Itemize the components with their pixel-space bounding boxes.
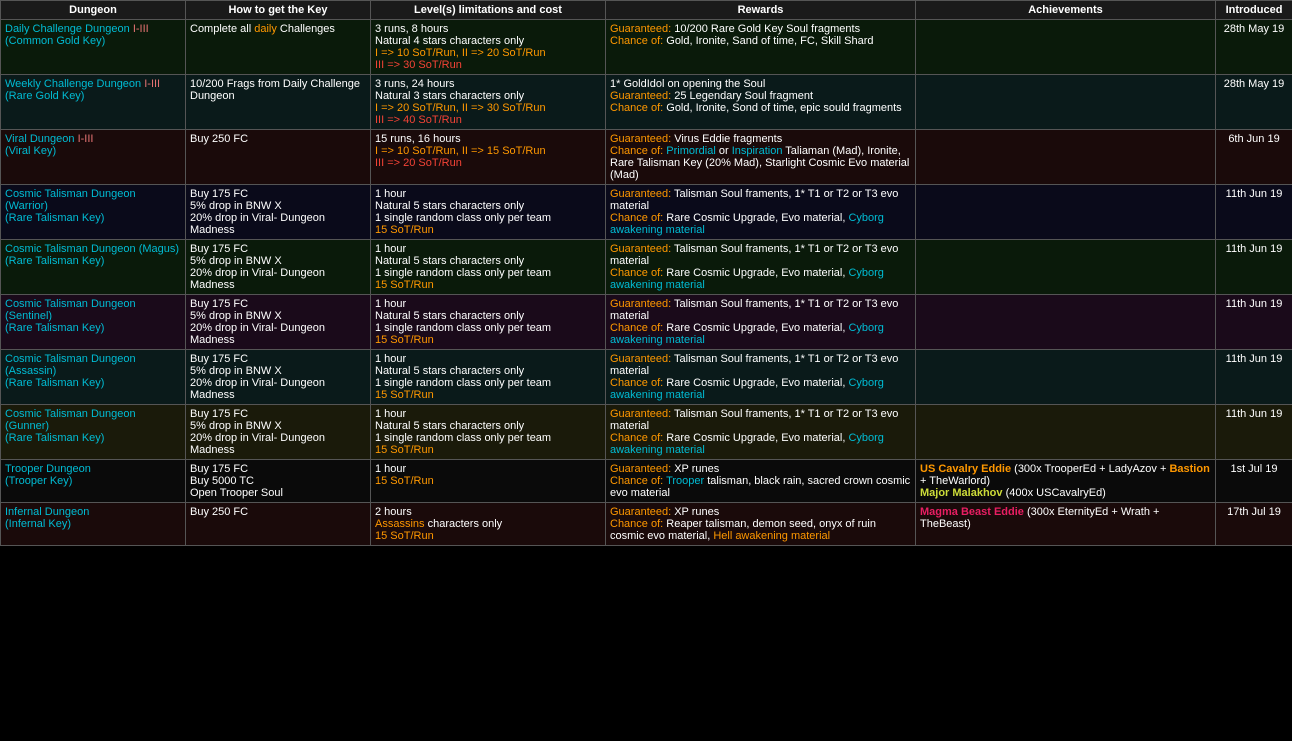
- dungeon-key: (Infernal Key): [5, 518, 71, 530]
- achievements-cosmic-gunner: [916, 405, 1216, 460]
- achievements-cosmic-assassin: [916, 350, 1216, 405]
- level-cost-cosmic-magus: 1 hourNatural 5 stars characters only1 s…: [371, 240, 606, 295]
- how-to-get-cosmic-warrior: Buy 175 FC5% drop in BNW X20% drop in Vi…: [186, 185, 371, 240]
- table-row: Cosmic Talisman Dungeon (Assassin) (Rare…: [1, 350, 1292, 405]
- dungeon-name-cosmic-gunner: Cosmic Talisman Dungeon (Gunner) (Rare T…: [1, 405, 186, 460]
- rewards-trooper: Guaranteed: XP runes Chance of: Trooper …: [606, 460, 916, 503]
- table-row: Weekly Challenge Dungeon I-III (Rare Gol…: [1, 75, 1292, 130]
- introduced-weekly: 28th May 19: [1216, 75, 1292, 130]
- introduced-cosmic-assassin: 11th Jun 19: [1216, 350, 1292, 405]
- dungeon-name-daily: Daily Challenge Dungeon I-III (Common Go…: [1, 20, 186, 75]
- rewards-cosmic-gunner: Guaranteed: Talisman Soul framents, 1* T…: [606, 405, 916, 460]
- rewards-weekly: 1* GoldIdol on opening the Soul Guarante…: [606, 75, 916, 130]
- introduced-trooper: 1st Jul 19: [1216, 460, 1292, 503]
- dungeon-title: Trooper Dungeon: [5, 463, 91, 475]
- dungeon-title: Infernal Dungeon: [5, 506, 89, 518]
- level-cost-viral: 15 runs, 16 hours I => 10 SoT/Run, II =>…: [371, 130, 606, 185]
- header-key: How to get the Key: [186, 1, 371, 20]
- level-cost-weekly: 3 runs, 24 hours Natural 3 stars charact…: [371, 75, 606, 130]
- dungeon-title: Cosmic Talisman Dungeon (Assassin): [5, 353, 136, 377]
- header-level: Level(s) limitations and cost: [371, 1, 606, 20]
- dungeon-key: (Rare Talisman Key): [5, 255, 104, 267]
- rewards-cosmic-magus: Guaranteed: Talisman Soul framents, 1* T…: [606, 240, 916, 295]
- achievements-viral: [916, 130, 1216, 185]
- table-row: Viral Dungeon I-III (Viral Key) Buy 250 …: [1, 130, 1292, 185]
- dungeon-name-cosmic-warrior: Cosmic Talisman Dungeon (Warrior) (Rare …: [1, 185, 186, 240]
- level-cost-trooper: 1 hour 15 SoT/Run: [371, 460, 606, 503]
- how-to-get-cosmic-magus: Buy 175 FC5% drop in BNW X20% drop in Vi…: [186, 240, 371, 295]
- how-to-get-viral: Buy 250 FC: [186, 130, 371, 185]
- how-to-get-daily: Complete all daily Challenges: [186, 20, 371, 75]
- achievements-trooper: US Cavalry Eddie (300x TrooperEd + LadyA…: [916, 460, 1216, 503]
- introduced-cosmic-gunner: 11th Jun 19: [1216, 405, 1292, 460]
- introduced-cosmic-warrior: 11th Jun 19: [1216, 185, 1292, 240]
- dungeon-name-cosmic-magus: Cosmic Talisman Dungeon (Magus) (Rare Ta…: [1, 240, 186, 295]
- achievements-cosmic-sentinel: [916, 295, 1216, 350]
- achievements-infernal: Magma Beast Eddie (300x EternityEd + Wra…: [916, 503, 1216, 546]
- how-to-get-trooper: Buy 175 FCBuy 5000 TCOpen Trooper Soul: [186, 460, 371, 503]
- achievements-daily: [916, 20, 1216, 75]
- rewards-cosmic-sentinel: Guaranteed: Talisman Soul framents, 1* T…: [606, 295, 916, 350]
- dungeon-title: Daily Challenge Dungeon I-III: [5, 23, 149, 35]
- introduced-cosmic-sentinel: 11th Jun 19: [1216, 295, 1292, 350]
- dungeon-name-viral: Viral Dungeon I-III (Viral Key): [1, 130, 186, 185]
- how-to-get-infernal: Buy 250 FC: [186, 503, 371, 546]
- dungeon-title: Weekly Challenge Dungeon I-III: [5, 78, 160, 90]
- dungeon-title: Cosmic Talisman Dungeon (Gunner): [5, 408, 136, 432]
- rewards-infernal: Guaranteed: XP runes Chance of: Reaper t…: [606, 503, 916, 546]
- dungeon-name-infernal: Infernal Dungeon (Infernal Key): [1, 503, 186, 546]
- dungeon-name-cosmic-sentinel: Cosmic Talisman Dungeon (Sentinel) (Rare…: [1, 295, 186, 350]
- level-cost-cosmic-warrior: 1 hourNatural 5 stars characters only1 s…: [371, 185, 606, 240]
- dungeons-table: Dungeon How to get the Key Level(s) limi…: [0, 0, 1292, 546]
- introduced-infernal: 17th Jul 19: [1216, 503, 1292, 546]
- dungeon-name-weekly: Weekly Challenge Dungeon I-III (Rare Gol…: [1, 75, 186, 130]
- rewards-cosmic-assassin: Guaranteed: Talisman Soul framents, 1* T…: [606, 350, 916, 405]
- dungeon-title: Cosmic Talisman Dungeon (Magus): [5, 243, 179, 255]
- table-row: Cosmic Talisman Dungeon (Magus) (Rare Ta…: [1, 240, 1292, 295]
- table-row: Trooper Dungeon (Trooper Key) Buy 175 FC…: [1, 460, 1292, 503]
- table-row: Daily Challenge Dungeon I-III (Common Go…: [1, 20, 1292, 75]
- level-cost-cosmic-assassin: 1 hourNatural 5 stars characters only1 s…: [371, 350, 606, 405]
- dungeon-key: (Rare Talisman Key): [5, 377, 104, 389]
- header-rewards: Rewards: [606, 1, 916, 20]
- introduced-viral: 6th Jun 19: [1216, 130, 1292, 185]
- dungeon-key: (Viral Key): [5, 145, 56, 157]
- table-row: Cosmic Talisman Dungeon (Gunner) (Rare T…: [1, 405, 1292, 460]
- header-dungeon: Dungeon: [1, 1, 186, 20]
- how-to-get-cosmic-gunner: Buy 175 FC5% drop in BNW X20% drop in Vi…: [186, 405, 371, 460]
- dungeon-title: Cosmic Talisman Dungeon (Warrior): [5, 188, 136, 212]
- introduced-cosmic-magus: 11th Jun 19: [1216, 240, 1292, 295]
- rewards-cosmic-warrior: Guaranteed: Talisman Soul framents, 1* T…: [606, 185, 916, 240]
- dungeon-key: (Rare Talisman Key): [5, 322, 104, 334]
- table-row: Cosmic Talisman Dungeon (Warrior) (Rare …: [1, 185, 1292, 240]
- dungeon-title: Viral Dungeon I-III: [5, 133, 93, 145]
- how-to-get-weekly: 10/200 Frags from Daily Challenge Dungeo…: [186, 75, 371, 130]
- dungeon-name-trooper: Trooper Dungeon (Trooper Key): [1, 460, 186, 503]
- achievements-cosmic-warrior: [916, 185, 1216, 240]
- rewards-viral: Guaranteed: Virus Eddie fragments Chance…: [606, 130, 916, 185]
- how-to-get-cosmic-sentinel: Buy 175 FC5% drop in BNW X20% drop in Vi…: [186, 295, 371, 350]
- dungeon-key: (Trooper Key): [5, 475, 72, 487]
- table-row: Cosmic Talisman Dungeon (Sentinel) (Rare…: [1, 295, 1292, 350]
- dungeon-title: Cosmic Talisman Dungeon (Sentinel): [5, 298, 136, 322]
- header-introduced: Introduced: [1216, 1, 1292, 20]
- dungeon-key: (Rare Talisman Key): [5, 432, 104, 444]
- level-cost-cosmic-sentinel: 1 hourNatural 5 stars characters only1 s…: [371, 295, 606, 350]
- dungeon-key: (Common Gold Key): [5, 35, 105, 47]
- table-row: Infernal Dungeon (Infernal Key) Buy 250 …: [1, 503, 1292, 546]
- dungeon-key: (Rare Gold Key): [5, 90, 84, 102]
- achievements-cosmic-magus: [916, 240, 1216, 295]
- level-cost-cosmic-gunner: 1 hourNatural 5 stars characters only1 s…: [371, 405, 606, 460]
- dungeon-name-cosmic-assassin: Cosmic Talisman Dungeon (Assassin) (Rare…: [1, 350, 186, 405]
- level-cost-daily: 3 runs, 8 hours Natural 4 stars characte…: [371, 20, 606, 75]
- dungeon-key: (Rare Talisman Key): [5, 212, 104, 224]
- introduced-daily: 28th May 19: [1216, 20, 1292, 75]
- header-achievements: Achievements: [916, 1, 1216, 20]
- level-cost-infernal: 2 hours Assassins characters only 15 SoT…: [371, 503, 606, 546]
- achievements-weekly: [916, 75, 1216, 130]
- rewards-daily: Guaranteed: 10/200 Rare Gold Key Soul fr…: [606, 20, 916, 75]
- how-to-get-cosmic-assassin: Buy 175 FC5% drop in BNW X20% drop in Vi…: [186, 350, 371, 405]
